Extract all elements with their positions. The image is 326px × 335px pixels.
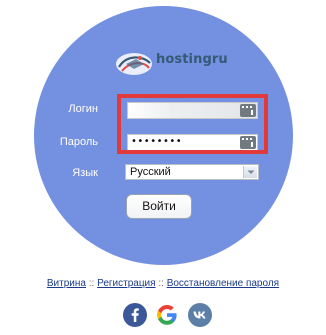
google-icon[interactable] <box>155 303 179 327</box>
showcase-link[interactable]: Витрина <box>47 278 86 289</box>
language-select[interactable]: Русский <box>125 164 259 180</box>
password-label: Пароль <box>59 136 98 148</box>
chevron-down-icon[interactable] <box>243 166 257 178</box>
credential-fields-highlight <box>117 94 268 154</box>
brand-name: hostingru <box>156 52 228 67</box>
login-label: Логин <box>68 103 98 115</box>
register-link[interactable]: Регистрация <box>97 278 155 289</box>
restore-password-link[interactable]: Восстановление пароля <box>167 278 279 289</box>
brand-logo: hostingru <box>114 48 228 78</box>
language-label: Язык <box>72 167 98 179</box>
link-separator: :: <box>88 278 95 289</box>
facebook-icon[interactable] <box>123 303 147 327</box>
language-select-value: Русский <box>130 166 171 178</box>
login-button[interactable]: Войти <box>126 194 192 219</box>
hostingru-logo-icon <box>116 53 152 75</box>
vk-icon[interactable] <box>188 303 212 327</box>
link-separator: :: <box>158 278 164 289</box>
footer-links: Витрина :: Регистрация :: Восстановление… <box>0 278 326 289</box>
